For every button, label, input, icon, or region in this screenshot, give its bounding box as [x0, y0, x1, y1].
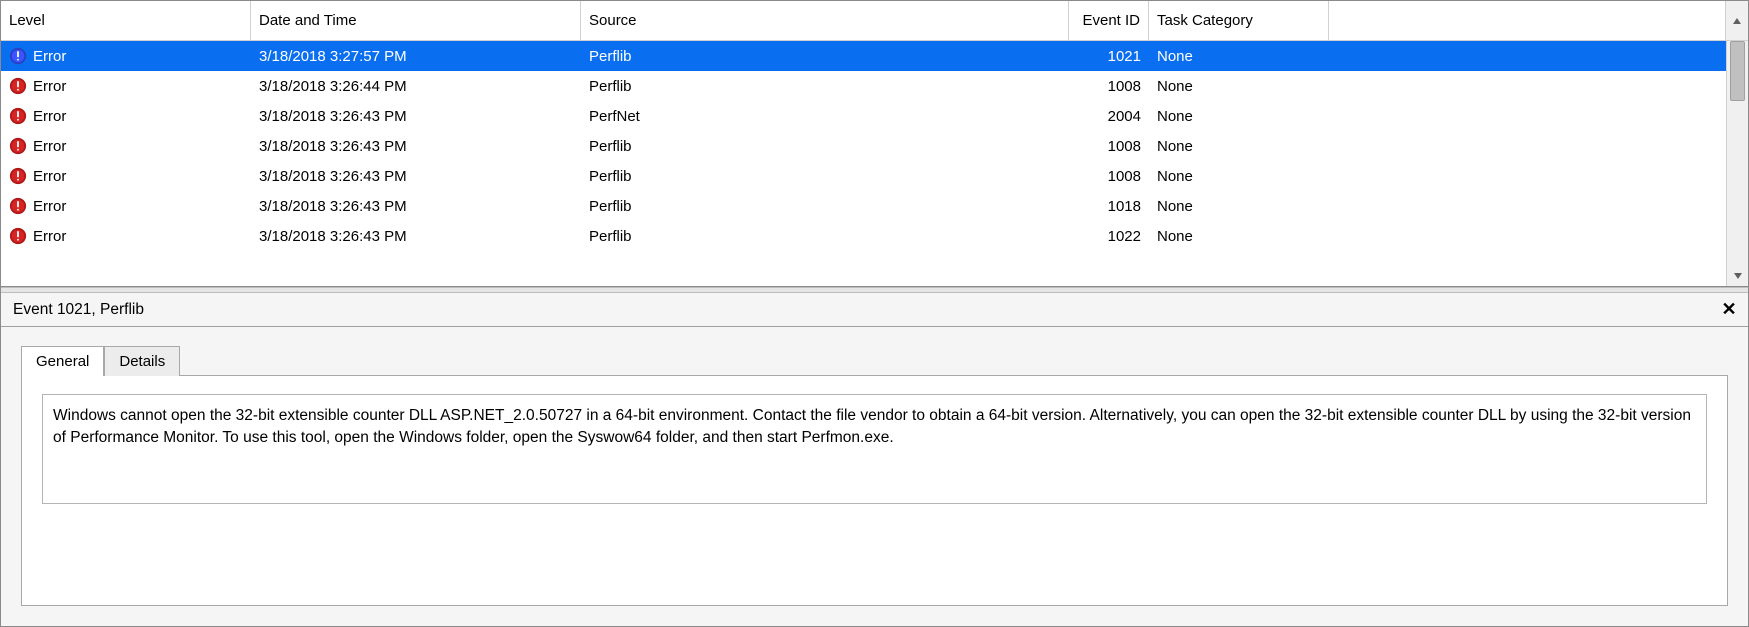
cell-datetime: 3/18/2018 3:26:44 PM [251, 78, 581, 95]
cell-level: Error [1, 137, 251, 155]
event-row[interactable]: Error 3/18/2018 3:26:43 PM PerfNet 2004 … [1, 101, 1748, 131]
error-icon [9, 77, 27, 95]
level-text: Error [33, 198, 66, 215]
cell-source: Perflib [581, 48, 1069, 65]
detail-title: Event 1021, Perflib [13, 301, 144, 319]
event-row[interactable]: Error 3/18/2018 3:27:57 PM Perflib 1021 … [1, 41, 1748, 71]
error-icon [9, 137, 27, 155]
level-text: Error [33, 108, 66, 125]
cell-datetime: 3/18/2018 3:26:43 PM [251, 168, 581, 185]
cell-task-category: None [1149, 138, 1329, 155]
cell-event-id: 1008 [1069, 78, 1149, 95]
cell-level: Error [1, 167, 251, 185]
error-icon [9, 107, 27, 125]
cell-level: Error [1, 197, 251, 215]
error-icon [9, 197, 27, 215]
event-row[interactable]: Error 3/18/2018 3:26:43 PM Perflib 1008 … [1, 131, 1748, 161]
detail-content-wrap: Windows cannot open the 32-bit extensibl… [1, 375, 1748, 626]
error-icon [9, 167, 27, 185]
cell-datetime: 3/18/2018 3:26:43 PM [251, 138, 581, 155]
tab-general[interactable]: General [21, 346, 104, 376]
level-text: Error [33, 138, 66, 155]
col-header-source[interactable]: Source [581, 1, 1069, 41]
col-header-spacer [1329, 1, 1726, 41]
cell-event-id: 1022 [1069, 228, 1149, 245]
detail-content: Windows cannot open the 32-bit extensibl… [21, 375, 1728, 606]
scroll-track[interactable] [1727, 41, 1748, 266]
cell-task-category: None [1149, 108, 1329, 125]
cell-level: Error [1, 107, 251, 125]
col-header-task-category[interactable]: Task Category [1149, 1, 1329, 41]
event-list-header: Level Date and Time Source Event ID Task… [1, 1, 1748, 41]
cell-task-category: None [1149, 78, 1329, 95]
col-header-level[interactable]: Level [1, 1, 251, 41]
event-row[interactable]: Error 3/18/2018 3:26:43 PM Perflib 1018 … [1, 191, 1748, 221]
error-icon [9, 227, 27, 245]
cell-datetime: 3/18/2018 3:26:43 PM [251, 108, 581, 125]
event-row[interactable]: Error 3/18/2018 3:26:43 PM Perflib 1008 … [1, 161, 1748, 191]
event-detail-pane: Event 1021, Perflib ✕ General Details Wi… [1, 293, 1748, 626]
event-viewer-window: Level Date and Time Source Event ID Task… [0, 0, 1749, 627]
cell-task-category: None [1149, 228, 1329, 245]
cell-source: Perflib [581, 168, 1069, 185]
cell-datetime: 3/18/2018 3:26:43 PM [251, 228, 581, 245]
col-header-datetime[interactable]: Date and Time [251, 1, 581, 41]
cell-level: Error [1, 47, 251, 65]
scroll-up-button[interactable] [1726, 1, 1748, 41]
cell-source: Perflib [581, 228, 1069, 245]
scroll-down-button[interactable] [1727, 266, 1748, 286]
close-icon[interactable]: ✕ [1718, 299, 1740, 321]
cell-datetime: 3/18/2018 3:27:57 PM [251, 48, 581, 65]
detail-titlebar: Event 1021, Perflib ✕ [1, 293, 1748, 327]
cell-task-category: None [1149, 48, 1329, 65]
cell-source: Perflib [581, 78, 1069, 95]
detail-tabstrip: General Details [1, 327, 1748, 375]
col-header-event-id[interactable]: Event ID [1069, 1, 1149, 41]
level-text: Error [33, 78, 66, 95]
cell-event-id: 1008 [1069, 138, 1149, 155]
level-text: Error [33, 228, 66, 245]
cell-datetime: 3/18/2018 3:26:43 PM [251, 198, 581, 215]
event-message: Windows cannot open the 32-bit extensibl… [42, 394, 1707, 504]
cell-source: PerfNet [581, 108, 1069, 125]
event-list-body: Error 3/18/2018 3:27:57 PM Perflib 1021 … [1, 41, 1748, 286]
cell-source: Perflib [581, 198, 1069, 215]
event-row[interactable]: Error 3/18/2018 3:26:44 PM Perflib 1008 … [1, 71, 1748, 101]
cell-event-id: 1018 [1069, 198, 1149, 215]
event-list-pane: Level Date and Time Source Event ID Task… [1, 1, 1748, 287]
cell-task-category: None [1149, 198, 1329, 215]
cell-source: Perflib [581, 138, 1069, 155]
event-row[interactable]: Error 3/18/2018 3:26:43 PM Perflib 1022 … [1, 221, 1748, 251]
cell-event-id: 1021 [1069, 48, 1149, 65]
cell-event-id: 2004 [1069, 108, 1149, 125]
cell-event-id: 1008 [1069, 168, 1149, 185]
cell-task-category: None [1149, 168, 1329, 185]
vertical-scrollbar[interactable] [1726, 41, 1748, 286]
scroll-thumb[interactable] [1730, 41, 1745, 101]
error-icon [9, 47, 27, 65]
level-text: Error [33, 168, 66, 185]
level-text: Error [33, 48, 66, 65]
cell-level: Error [1, 227, 251, 245]
cell-level: Error [1, 77, 251, 95]
tab-details[interactable]: Details [104, 346, 180, 376]
